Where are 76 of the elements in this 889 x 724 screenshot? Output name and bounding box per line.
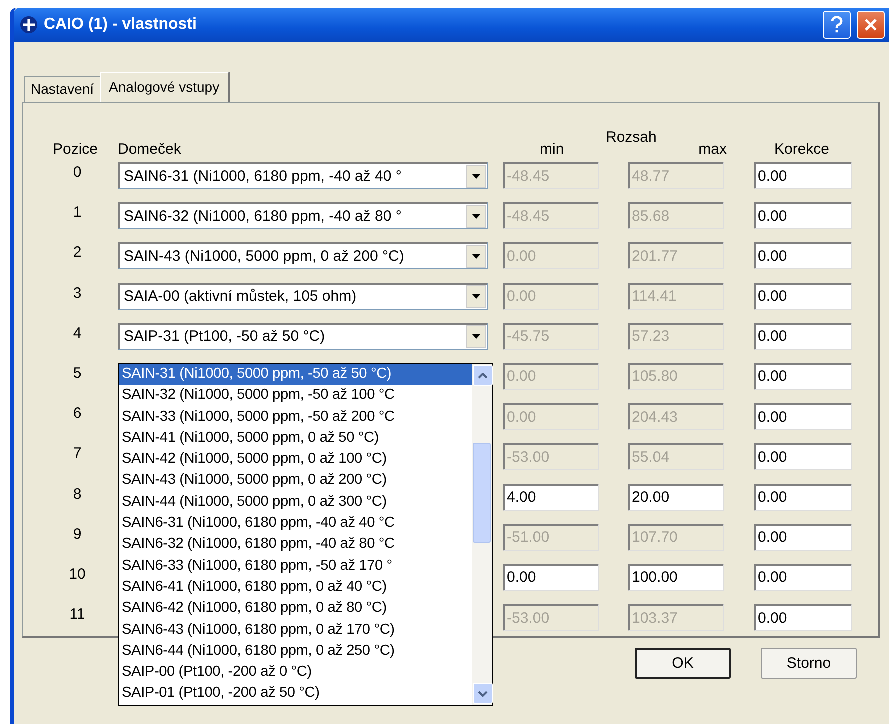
- position-number: 1: [72, 203, 83, 222]
- close-icon: [863, 17, 879, 33]
- sensor-dropdown[interactable]: SAIP-31 (Pt100, -50 až 50 °C): [118, 322, 488, 350]
- position-number: 6: [72, 404, 83, 422]
- position-number: 0: [72, 163, 83, 181]
- dialog-button[interactable]: OK: [635, 648, 731, 679]
- correction-field[interactable]: 0.00: [754, 524, 852, 551]
- min-field[interactable]: 0.00: [503, 564, 599, 591]
- correction-field[interactable]: 0.00: [754, 362, 852, 390]
- list-option[interactable]: SAIN6-43 (Ni1000, 6180 ppm, 0 až 170 °C): [119, 620, 472, 641]
- caret-icon: [472, 214, 480, 219]
- list-option[interactable]: SAIN6-44 (Ni1000, 6180 ppm, 0 až 250 °C): [119, 640, 472, 662]
- plus-icon: [20, 16, 38, 34]
- position-number: 10: [68, 564, 87, 583]
- help-icon: [830, 16, 844, 34]
- correction-field[interactable]: 0.00: [754, 564, 852, 591]
- position-number: 5: [72, 364, 83, 382]
- position-number: 8: [72, 484, 83, 502]
- correction-field[interactable]: 0.00: [754, 202, 852, 230]
- list-option[interactable]: SAIN6-41 (Ni1000, 6180 ppm, 0 až 40 °C): [119, 576, 472, 598]
- list-option[interactable]: SAIP-00 (Pt100, -200 až 0 °C): [119, 662, 472, 684]
- list-option[interactable]: SAIN-32 (Ni1000, 5000 ppm, -50 až 100 °C: [119, 385, 472, 407]
- correction-field[interactable]: 0.00: [754, 242, 852, 270]
- caret-icon: [472, 334, 480, 340]
- max-field[interactable]: 20.00: [628, 484, 724, 510]
- list-option[interactable]: SAIN-41 (Ni1000, 5000 ppm, 0 až 50 °C): [119, 428, 472, 450]
- list-option[interactable]: SAIN6-42 (Ni1000, 6180 ppm, 0 až 80 °C): [119, 598, 472, 620]
- sensor-dropdown[interactable]: SAIA-00 (aktivní můstek, 105 ohm): [118, 282, 488, 310]
- list-option[interactable]: SAIN-43 (Ni1000, 5000 ppm, 0 až 200 °C): [119, 470, 472, 492]
- scroll-up-button[interactable]: [473, 365, 493, 386]
- position-number: 4: [72, 324, 83, 342]
- sensor-dropdown[interactable]: SAIN6-32 (Ni1000, 6180 ppm, -40 až 80 °: [118, 202, 488, 230]
- sensor-dropdown[interactable]: SAIN-43 (Ni1000, 5000 ppm, 0 až 200 °C): [118, 242, 488, 270]
- correction-field[interactable]: 0.00: [754, 162, 852, 189]
- list-option[interactable]: SAIN6-32 (Ni1000, 6180 ppm, -40 až 80 °C: [119, 534, 472, 556]
- caret-icon: [472, 174, 480, 178]
- help-button[interactable]: [823, 11, 851, 39]
- list-option[interactable]: SAIN6-31 (Ni1000, 6180 ppm, -40 až 40 °C: [119, 513, 472, 534]
- position-number: 2: [72, 243, 83, 262]
- list-option[interactable]: SAIP-01 (Pt100, -200 až 50 °C): [119, 683, 472, 705]
- list-option[interactable]: SAIN-42 (Ni1000, 5000 ppm, 0 až 100 °C): [119, 449, 472, 470]
- close-button[interactable]: [857, 11, 885, 39]
- correction-field[interactable]: 0.00: [754, 484, 852, 510]
- position-number: 9: [72, 524, 83, 543]
- max-field[interactable]: 100.00: [628, 564, 724, 591]
- sensor-dropdown[interactable]: SAIN6-31 (Ni1000, 6180 ppm, -40 až 40 °: [118, 162, 488, 189]
- column-header: max: [698, 141, 727, 158]
- column-header: Pozice: [53, 141, 100, 158]
- correction-field[interactable]: 0.00: [754, 282, 852, 310]
- correction-field[interactable]: 0.00: [754, 604, 852, 632]
- window-title: CAIO (1) - vlastnosti: [44, 16, 198, 34]
- caret-icon: [472, 254, 480, 259]
- list-option[interactable]: SAIN-33 (Ni1000, 5000 ppm, -50 až 200 °C: [119, 406, 472, 428]
- column-header: min: [540, 141, 564, 158]
- column-header: Rozsah: [606, 129, 657, 146]
- position-number: 3: [72, 284, 83, 302]
- correction-field[interactable]: 0.00: [754, 443, 852, 470]
- correction-field[interactable]: 0.00: [754, 403, 852, 430]
- correction-field[interactable]: 0.00: [754, 322, 852, 350]
- chevron-down-icon: [478, 690, 488, 696]
- list-option[interactable]: SAIN6-33 (Ni1000, 6180 ppm, -50 až 170 °: [119, 556, 472, 577]
- scroll-down-button[interactable]: [473, 683, 493, 704]
- list-option[interactable]: SAIN-44 (Ni1000, 5000 ppm, 0 až 300 °C): [119, 492, 472, 514]
- dialog-button[interactable]: Storno: [761, 648, 857, 679]
- scrollbar[interactable]: [472, 364, 492, 705]
- tab[interactable]: Analogové vstupy: [100, 72, 230, 103]
- position-number: 7: [72, 444, 83, 462]
- column-header: Domeček: [118, 141, 182, 158]
- scroll-thumb[interactable]: [473, 443, 491, 543]
- column-header: Korekce: [773, 141, 831, 158]
- caret-icon: [472, 294, 480, 300]
- min-field[interactable]: 4.00: [503, 484, 599, 510]
- tab[interactable]: Nastavení: [24, 76, 102, 102]
- list-option[interactable]: SAIN-31 (Ni1000, 5000 ppm, -50 až 50 °C): [119, 364, 472, 386]
- chevron-up-icon: [478, 372, 488, 378]
- position-number: 11: [68, 605, 86, 624]
